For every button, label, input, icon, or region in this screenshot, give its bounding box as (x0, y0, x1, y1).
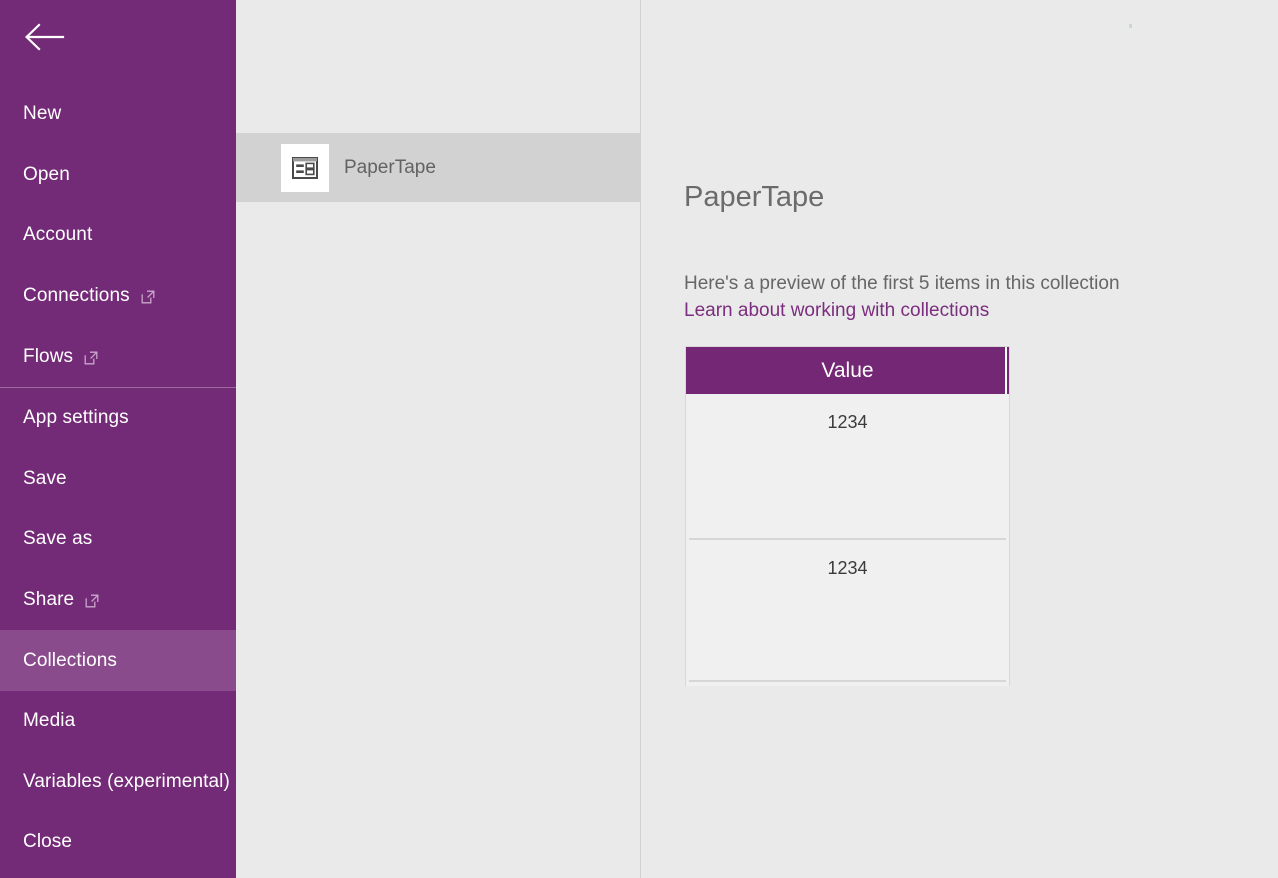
sidebar-item-label: Collections (23, 650, 117, 672)
back-button[interactable] (0, 0, 236, 74)
sidebar-item-label: Media (23, 710, 75, 732)
detail-title: PaperTape (684, 181, 824, 214)
list-item[interactable]: PaperTape (236, 133, 640, 202)
sidebar-item-collections[interactable]: Collections (0, 630, 236, 691)
sidebar-item-open[interactable]: Open (0, 145, 236, 206)
table-row[interactable]: 1234 (686, 540, 1009, 686)
table-cell-value: 1234 (686, 394, 1009, 433)
sidebar-item-new[interactable]: New (0, 84, 236, 145)
sidebar-item-label: Open (23, 164, 70, 186)
collection-table-icon (281, 144, 329, 192)
sidebar-item-label: Save (23, 468, 67, 490)
table-body: 1234 1234 (686, 394, 1009, 686)
open-in-new-window-icon (85, 594, 99, 608)
learn-about-collections-link[interactable]: Learn about working with collections (684, 300, 989, 322)
sidebar-item-label: Account (23, 224, 92, 246)
sidebar-item-account[interactable]: Account (0, 205, 236, 266)
render-artifact (1129, 24, 1132, 28)
table-header-row: Value (686, 347, 1009, 394)
sidebar-item-label: New (23, 103, 61, 125)
sidebar-item-label: App settings (23, 407, 129, 429)
sidebar-item-flows[interactable]: Flows (0, 326, 236, 387)
collection-detail-panel: PaperTape Here's a preview of the first … (641, 0, 1278, 878)
detail-description: Here's a preview of the first 5 items in… (684, 273, 1120, 295)
sidebar-item-media[interactable]: Media (0, 691, 236, 752)
open-in-new-window-icon (84, 351, 98, 365)
sidebar-item-label: Variables (experimental) (23, 771, 230, 793)
open-in-new-window-icon (141, 290, 155, 304)
app-root: New Open Account Connections (0, 0, 1278, 878)
list-item-label: PaperTape (344, 157, 436, 179)
column-resize-handle[interactable] (1005, 347, 1007, 394)
table-row[interactable]: 1234 (686, 394, 1009, 540)
sidebar: New Open Account Connections (0, 0, 236, 878)
sidebar-item-connections[interactable]: Connections (0, 266, 236, 327)
sidebar-item-share[interactable]: Share (0, 570, 236, 631)
sidebar-item-app-settings[interactable]: App settings (0, 388, 236, 449)
table-cell-value: 1234 (686, 540, 1009, 579)
sidebar-nav: New Open Account Connections (0, 84, 236, 873)
sidebar-item-label: Connections (23, 285, 130, 307)
sidebar-item-save[interactable]: Save (0, 449, 236, 510)
sidebar-item-label: Flows (23, 346, 73, 368)
sidebar-item-label: Share (23, 589, 74, 611)
sidebar-item-label: Save as (23, 528, 92, 550)
sidebar-item-close[interactable]: Close (0, 812, 236, 873)
arrow-left-icon (23, 22, 65, 52)
sidebar-item-label: Close (23, 831, 72, 853)
collections-list-panel: PaperTape (236, 0, 640, 878)
preview-table: Value 1234 1234 (685, 346, 1010, 686)
column-header-value: Value (821, 359, 873, 383)
sidebar-item-save-as[interactable]: Save as (0, 509, 236, 570)
row-divider (689, 680, 1006, 682)
sidebar-item-variables[interactable]: Variables (experimental) (0, 752, 236, 813)
